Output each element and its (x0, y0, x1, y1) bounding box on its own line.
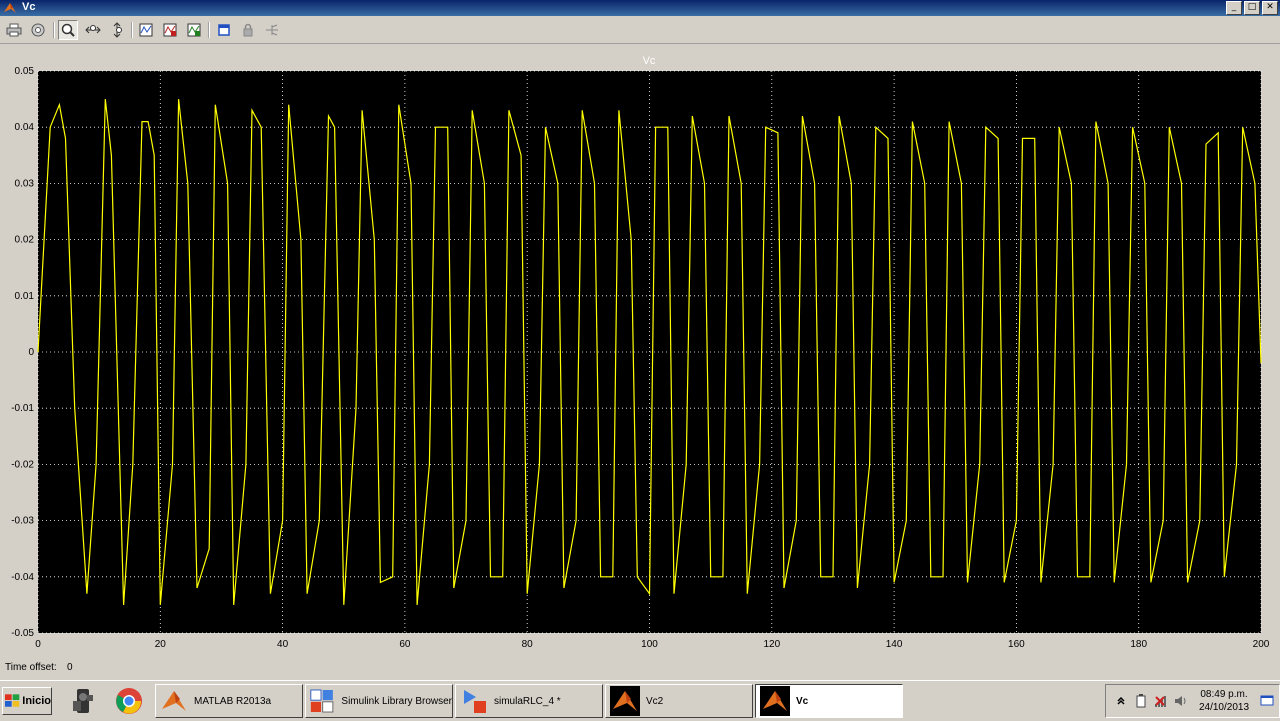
x-tick-label: 200 (1253, 639, 1270, 650)
action-center-icon[interactable] (1260, 694, 1274, 708)
system-tray: 08:49 p.m. 24/10/2013 (1105, 684, 1280, 718)
maximize-button[interactable]: □ (1244, 1, 1260, 15)
task-vc2[interactable]: Vc2 (605, 684, 753, 718)
task-label-matlab: MATLAB R2013a (194, 695, 272, 707)
window-title: Vc (22, 1, 36, 13)
chrome-icon (116, 688, 142, 714)
simulink-library-icon (310, 689, 334, 713)
signal-selection-button[interactable] (262, 20, 282, 40)
x-tick-label: 140 (886, 639, 903, 650)
status-bar: Time offset: 0 (0, 658, 1280, 678)
parameters-button[interactable] (28, 20, 48, 40)
save-axes-icon (163, 23, 177, 37)
scope-toolbar (0, 17, 1280, 44)
x-tick-label: 0 (35, 639, 41, 650)
camera-icon (73, 689, 93, 713)
y-tick-label: -0.03 (11, 516, 34, 527)
task-simularlc[interactable]: simulaRLC_4 * (455, 684, 603, 718)
float-button[interactable] (214, 20, 234, 40)
y-tick-label: -0.02 (11, 459, 34, 470)
x-tick-label: 120 (763, 639, 780, 650)
float-icon (218, 24, 230, 36)
x-tick-label: 20 (155, 639, 167, 650)
x-tick-label: 80 (522, 639, 534, 650)
volume-icon[interactable] (1174, 694, 1188, 708)
save-axes-button[interactable] (160, 20, 180, 40)
scope-plot-area: Vc 0.05 0.04 0.03 0.02 0.01 0 -0.01 -0.02 -0.03 -… (0, 44, 1280, 678)
lock-icon (243, 23, 253, 37)
x-axis: 0 20 40 60 80 100 120 140 160 180 200 (35, 639, 1270, 650)
network-icon[interactable] (1154, 694, 1168, 708)
matlab-icon (4, 3, 16, 13)
zoom-button[interactable] (58, 20, 78, 40)
vc-chart[interactable]: Vc 0.05 0.04 0.03 0.02 0.01 0 -0.01 -0.02 -0.03 -… (0, 44, 1280, 658)
start-button[interactable]: Inicio (2, 687, 52, 715)
y-tick-label: 0.05 (15, 66, 35, 77)
lock-button[interactable] (238, 20, 258, 40)
start-label: Inicio (22, 695, 51, 707)
show-hidden-icons-button[interactable] (1114, 694, 1128, 708)
x-tick-label: 60 (399, 639, 411, 650)
minimize-button[interactable]: _ (1226, 1, 1242, 15)
time-offset-value: 0 (67, 662, 73, 673)
windows-taskbar: Inicio MATLAB R2013a Simulink Library Br… (0, 680, 1280, 721)
quicklaunch-camera[interactable] (68, 685, 100, 717)
y-tick-label: -0.01 (11, 403, 34, 414)
close-button[interactable]: ✕ (1262, 1, 1278, 15)
autoscale-icon (139, 23, 153, 37)
restore-axes-button[interactable] (184, 20, 204, 40)
x-tick-label: 180 (1130, 639, 1147, 650)
parameters-icon (31, 23, 45, 37)
task-vc[interactable]: Vc (755, 684, 903, 718)
clock-time: 08:49 p.m. (1200, 689, 1248, 700)
task-matlab[interactable]: MATLAB R2013a (155, 684, 303, 718)
zoom-icon (61, 23, 75, 37)
zoom-x-icon (85, 25, 101, 34)
matlab-icon (162, 691, 186, 711)
y-tick-label: 0.01 (15, 291, 35, 302)
signal-selection-icon (266, 24, 278, 36)
zoom-x-button[interactable] (83, 20, 103, 40)
task-label-vc: Vc (796, 695, 809, 707)
y-axis: 0.05 0.04 0.03 0.02 0.01 0 -0.01 -0.02 -0.03 -0.0… (11, 66, 34, 639)
task-simulink-library[interactable]: Simulink Library Browser (305, 684, 453, 718)
y-tick-label: 0 (28, 347, 34, 358)
y-tick-label: -0.04 (11, 572, 34, 583)
clock[interactable]: 08:49 p.m. 24/10/2013 (1194, 688, 1254, 714)
y-tick-label: 0.02 (15, 235, 35, 246)
restore-axes-icon (187, 23, 201, 37)
task-label-simularlc: simulaRLC_4 * (494, 695, 561, 707)
chevron-up-icon (1117, 696, 1125, 705)
y-tick-label: 0.03 (15, 178, 35, 189)
task-label-simulink-library: Simulink Library Browser (341, 695, 452, 707)
time-offset-label: Time offset: (5, 662, 57, 673)
print-button[interactable] (4, 20, 24, 40)
autoscale-button[interactable] (136, 20, 156, 40)
x-tick-label: 160 (1008, 639, 1025, 650)
matlab-icon (610, 686, 640, 716)
chart-title: Vc (643, 55, 656, 67)
simulink-model-icon (464, 690, 486, 713)
battery-icon[interactable] (1134, 694, 1148, 708)
y-tick-label: -0.05 (11, 628, 34, 639)
zoom-y-button[interactable] (107, 20, 127, 40)
print-icon (6, 23, 22, 37)
quicklaunch-chrome[interactable] (113, 685, 145, 717)
zoom-y-icon (113, 22, 122, 38)
windows-logo-icon (5, 694, 20, 707)
y-tick-label: 0.04 (15, 122, 35, 133)
clock-date: 24/10/2013 (1198, 702, 1250, 713)
matlab-icon (760, 686, 790, 716)
window-titlebar[interactable]: Vc _ □ ✕ (0, 0, 1280, 16)
task-label-vc2: Vc2 (646, 695, 664, 707)
x-tick-label: 40 (277, 639, 289, 650)
x-tick-label: 100 (641, 639, 658, 650)
